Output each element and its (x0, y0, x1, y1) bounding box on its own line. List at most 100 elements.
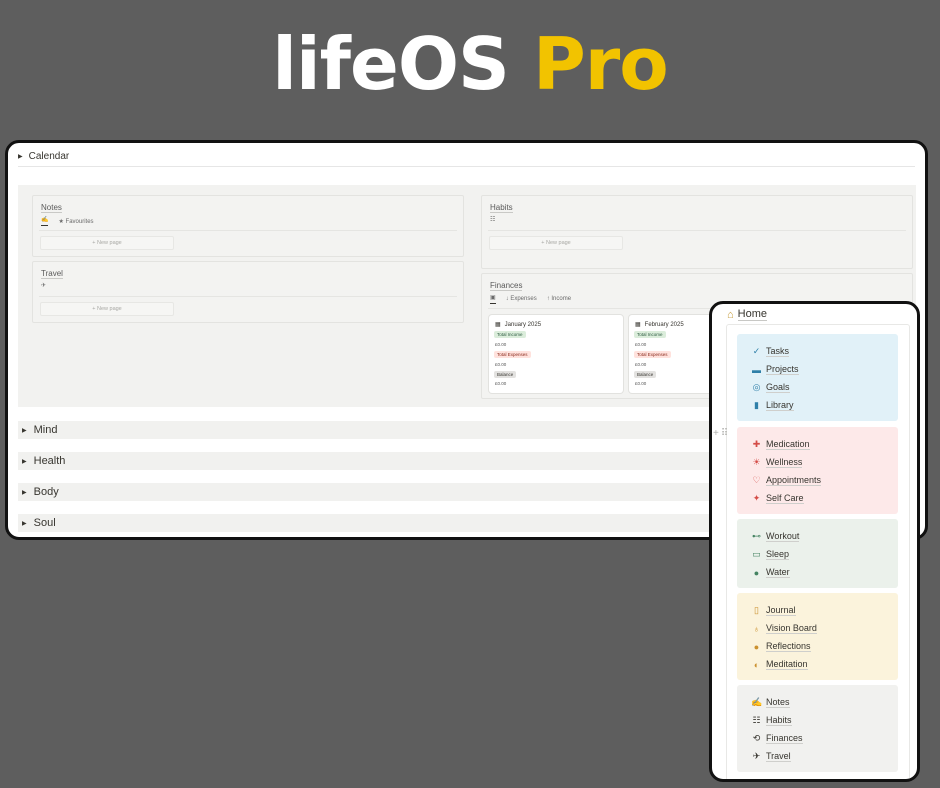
balance-value: £0.00 (635, 381, 647, 386)
group-body: ⊷ Workout ▭ Sleep ● Water (737, 519, 898, 588)
home-item-reflections[interactable]: ● Reflections (751, 641, 811, 652)
dumbbell-icon: ⊷ (752, 531, 761, 541)
airplane-icon: ✈ (752, 751, 761, 761)
balance-tag: Balance (494, 371, 517, 378)
divider (488, 230, 906, 231)
item-label: Vision Board (766, 623, 817, 634)
home-item-self-care[interactable]: ✦ Self Care (751, 493, 804, 504)
finances-tab-board[interactable]: ▣ (490, 294, 496, 304)
notes-title-text: Notes (41, 203, 62, 213)
item-label: Travel (766, 751, 791, 762)
home-item-journal[interactable]: ▯ Journal (751, 605, 796, 616)
total-expenses-value: £0.00 (495, 362, 507, 367)
home-item-sleep[interactable]: ▭ Sleep (751, 549, 790, 560)
notes-title[interactable]: Notes (41, 203, 62, 213)
check-icon: ✓ (752, 346, 761, 356)
home-item-library[interactable]: ▮ Library (751, 400, 794, 411)
finances-title[interactable]: Finances (490, 281, 523, 291)
home-item-medication[interactable]: ✚ Medication (751, 439, 810, 450)
total-income-value: £0.00 (495, 342, 507, 347)
home-item-wellness[interactable]: ☀ Wellness (751, 457, 803, 468)
group-health: ✚ Medication ☀ Wellness ♡ Appointments ✦ Sel… (737, 427, 898, 514)
finance-month: ▦ February 2025 (635, 321, 684, 329)
habits-new-page-button[interactable]: + New page (489, 236, 623, 250)
home-item-vision-board[interactable]: ♁ Vision Board (751, 623, 817, 634)
total-income-tag: Total Income (634, 331, 666, 338)
total-expenses-tag: Total Expenses (634, 351, 671, 358)
finance-month-card[interactable]: ▦ January 2025 Total Income £0.00 Total E… (489, 315, 623, 393)
total-expenses-tag: Total Expenses (494, 351, 531, 358)
item-label: Finances (766, 733, 803, 744)
toggle-triangle-icon: ▶ (22, 458, 27, 465)
item-label: Notes (766, 697, 790, 708)
calendar-icon: ▦ (635, 322, 641, 328)
item-label: Wellness (766, 457, 803, 468)
section-label: Mind (33, 424, 58, 436)
item-label: Goals (766, 382, 790, 393)
travel-new-page-button[interactable]: + New page (40, 302, 174, 316)
travel-tab-icon[interactable]: ✈ (41, 282, 46, 289)
home-item-workout[interactable]: ⊷ Workout (751, 531, 800, 542)
target-icon: ◎ (752, 382, 761, 392)
finance-month-label: January 2025 (504, 321, 542, 328)
reflection-icon: ● (753, 641, 760, 652)
open-book-icon: ▯ (754, 605, 759, 615)
home-item-water[interactable]: ● Water (751, 567, 790, 578)
notes-tab-all[interactable]: ✍ (41, 216, 49, 226)
item-label: Appointments (766, 475, 822, 486)
home-item-projects[interactable]: ▬ Projects (751, 364, 799, 375)
total-income-tag: Total Income (494, 331, 526, 338)
travel-title[interactable]: Travel (41, 269, 63, 279)
habits-title[interactable]: Habits (490, 203, 513, 213)
toggle-triangle-icon: ▶ (22, 489, 27, 496)
section-label: Soul (33, 517, 56, 529)
notes-tab-favourites[interactable]: ★ Favourites (58, 218, 93, 225)
home-item-notes[interactable]: ✍ Notes (751, 697, 790, 708)
item-label: Self Care (766, 493, 804, 504)
divider (39, 296, 457, 297)
item-label: Reflections (766, 641, 811, 652)
finances-title-text: Finances (490, 281, 523, 291)
home-item-travel[interactable]: ✈ Travel (751, 751, 791, 762)
group-productivity: ✓ Tasks ▬ Projects ◎ Goals ▮ Library (737, 334, 898, 421)
finance-month-label: February 2025 (644, 321, 684, 328)
home-item-meditation[interactable]: ◐ Meditation (751, 659, 808, 670)
section-label: Body (33, 486, 59, 498)
item-label: Library (766, 400, 794, 411)
calendar-label: Calendar (28, 151, 70, 162)
yin-yang-icon: ◐ (753, 659, 760, 670)
balance-tag: Balance (634, 371, 657, 378)
home-item-finances[interactable]: ⟲ Finances (751, 733, 803, 744)
lightbulb-icon: ♁ (753, 623, 760, 634)
total-income-value: £0.00 (635, 342, 647, 347)
habits-card: Habits ☷ + New page (481, 195, 913, 269)
note-icon: ✍ (751, 697, 763, 707)
item-label: Habits (766, 715, 792, 726)
habits-title-text: Habits (490, 203, 513, 213)
finances-tab-income[interactable]: ↑ Income (547, 296, 571, 302)
notes-view-tabs: ✍ ★ Favourites (41, 216, 94, 226)
balance-value: £0.00 (495, 381, 507, 386)
home-panel: ⌂ Home +⠿ ✓ Tasks ▬ Projects ◎ Goals ▮ Libra… (709, 301, 920, 782)
drag-handle-icon[interactable]: +⠿ (713, 428, 730, 439)
home-item-tasks[interactable]: ✓ Tasks (751, 346, 790, 357)
home-title[interactable]: ⌂ Home (727, 308, 767, 321)
item-label: Projects (766, 364, 799, 375)
sun-icon: ☀ (752, 457, 761, 467)
money-icon: ⟲ (752, 733, 761, 743)
group-soul: ▯ Journal ♁ Vision Board ● Reflections ◐ Med… (737, 593, 898, 680)
travel-card: Travel ✈ + New page (32, 261, 464, 323)
toggle-triangle-icon: ▶ (22, 427, 27, 434)
notes-new-page-button[interactable]: + New page (40, 236, 174, 250)
pill-icon: ✚ (752, 439, 761, 449)
divider (18, 166, 915, 167)
calendar-toggle[interactable]: ▶ Calendar (18, 151, 69, 162)
home-item-habits[interactable]: ☷ Habits (751, 715, 792, 726)
calendar-icon: ▦ (495, 322, 501, 328)
home-item-appointments[interactable]: ♡ Appointments (751, 475, 822, 486)
hero-title: lifeOS Pro (0, 22, 940, 106)
habits-tab-icon[interactable]: ☷ (490, 216, 495, 223)
travel-view-tabs: ✈ (41, 282, 46, 289)
finances-tab-expenses[interactable]: ↓ Expenses (506, 296, 537, 302)
home-item-goals[interactable]: ◎ Goals (751, 382, 790, 393)
